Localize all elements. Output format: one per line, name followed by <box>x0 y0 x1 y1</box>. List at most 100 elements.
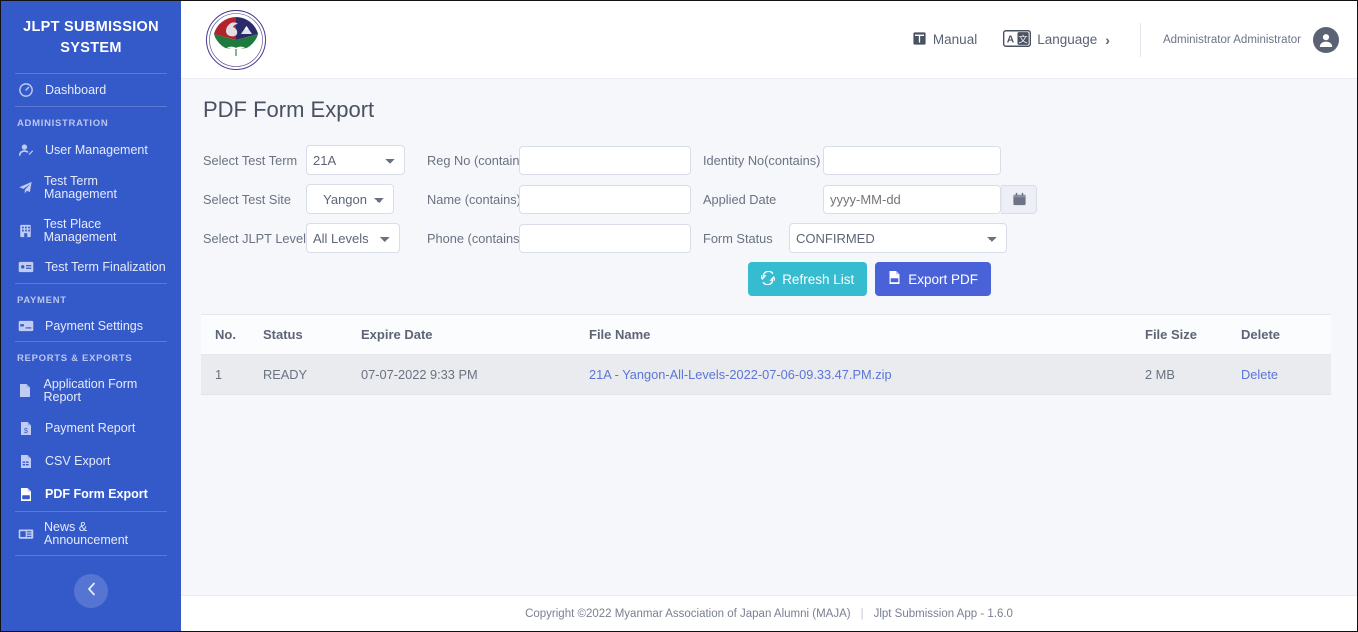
filter-form-status: Form Status CONFIRMED <box>703 223 1007 253</box>
sidebar-item-news-announcement[interactable]: News & Announcement <box>1 512 181 555</box>
sidebar-item-user-management[interactable]: User Management <box>1 134 181 166</box>
sidebar-item-label: Test Term Finalization <box>45 260 166 275</box>
app-root: JLPT SUBMISSION SYSTEM Dashboard ADMINIS… <box>1 1 1357 631</box>
sidebar-item-label: Dashboard <box>45 82 107 97</box>
chevron-left-icon <box>86 582 97 601</box>
applied-date-input[interactable] <box>823 184 1001 214</box>
language-label: Language <box>1037 32 1098 47</box>
main-area: Manual A 文 Language › Administrator Admi… <box>181 1 1357 631</box>
sidebar-item-csv-export[interactable]: CSV Export <box>1 445 181 478</box>
name-label: Name (contains) <box>427 191 521 207</box>
column-header-file-size: File Size <box>1145 314 1241 355</box>
test-term-select[interactable]: 21A <box>306 145 405 175</box>
book-icon <box>912 31 927 49</box>
export-pdf-label: Export PDF <box>908 271 978 287</box>
column-header-status: Status <box>263 314 361 355</box>
header-separator <box>1139 22 1141 57</box>
page-title: PDF Form Export <box>203 97 375 122</box>
footer-separator: | <box>860 607 864 620</box>
test-site-label: Select Test Site <box>203 191 291 207</box>
filter-applied-date: Applied Date <box>703 184 1037 214</box>
sidebar-item-label: Payment Settings <box>45 318 143 333</box>
form-status-label: Form Status <box>703 230 773 246</box>
sidebar-item-application-form-report[interactable]: Application Form Report <box>1 369 181 412</box>
filter-identity-no: Identity No(contains) <box>703 145 1001 175</box>
language-selector[interactable]: A 文 Language › <box>1003 29 1110 50</box>
paper-plane-icon <box>17 181 34 195</box>
identity-no-input[interactable] <box>823 145 1001 175</box>
name-input[interactable] <box>519 184 691 214</box>
sidebar-item-label: Test Place Management <box>43 217 117 244</box>
sidebar-item-pdf-form-export[interactable]: PDF Form Export <box>1 478 181 511</box>
sidebar-item-label: Payment Report <box>45 421 136 436</box>
sidebar-collapse-button[interactable] <box>74 574 108 609</box>
sidebar-item-dashboard[interactable]: Dashboard <box>1 74 181 106</box>
user-circle-icon <box>1319 33 1333 47</box>
form-status-select[interactable]: CONFIRMED <box>789 223 1007 253</box>
sidebar-item-label: CSV Export <box>45 454 111 469</box>
cell-file-name: 21A - Yangon-All-Levels-2022-07-06-09.33… <box>589 354 1145 395</box>
calendar-icon <box>1012 192 1026 205</box>
content-area: PDF Form Export Select Test Term 21A Reg… <box>181 79 1357 595</box>
chevron-right-icon: › <box>1105 31 1110 48</box>
cell-expire-date: 07-07-2022 9:33 PM <box>361 354 589 395</box>
sidebar: JLPT SUBMISSION SYSTEM Dashboard ADMINIS… <box>1 1 181 631</box>
svg-text:A: A <box>1007 34 1015 45</box>
export-pdf-button[interactable]: Export PDF <box>875 262 991 296</box>
refresh-icon <box>759 270 777 288</box>
file-pdf-icon <box>888 270 901 288</box>
date-picker-button[interactable] <box>1001 184 1037 214</box>
action-buttons: Refresh List Export PDF <box>203 262 991 296</box>
sidebar-item-payment-settings[interactable]: Payment Settings <box>1 311 181 342</box>
credit-card-icon <box>17 320 35 332</box>
file-csv-icon <box>17 454 35 469</box>
cell-file-size: 2 MB <box>1145 354 1241 395</box>
building-icon <box>17 224 34 238</box>
cell-no: 1 <box>201 354 263 395</box>
file-download-link[interactable]: 21A - Yangon-All-Levels-2022-07-06-09.33… <box>589 367 892 382</box>
sidebar-item-payment-report[interactable]: $ Payment Report <box>1 412 181 445</box>
dashboard-icon <box>17 83 35 97</box>
column-header-file-name: File Name <box>589 314 1145 355</box>
brand-title: JLPT SUBMISSION SYSTEM <box>23 19 159 57</box>
filter-name: Name (contains) <box>427 184 691 214</box>
manual-link[interactable]: Manual <box>912 31 977 49</box>
filter-row-1: Select Test Term 21A Reg No (contains) I… <box>203 145 1343 175</box>
filter-phone: Phone (contains) <box>427 223 691 253</box>
filter-form: Select Test Term 21A Reg No (contains) I… <box>201 145 1343 296</box>
avatar[interactable] <box>1313 26 1339 53</box>
reg-no-label: Reg No (contains) <box>427 152 531 168</box>
sidebar-item-test-place-management[interactable]: Test Place Management <box>1 209 181 252</box>
export-files-table: No. Status Expire Date File Name File Si… <box>201 314 1331 395</box>
phone-label: Phone (contains) <box>427 230 524 246</box>
filter-row-2: Select Test Site Yangon Name (contains) … <box>203 184 1343 214</box>
sidebar-section-administration: ADMINISTRATION <box>17 118 109 130</box>
top-header: Manual A 文 Language › Administrator Admi… <box>181 1 1357 79</box>
identity-no-label: Identity No(contains) <box>703 152 821 168</box>
jlpt-level-label: Select JLPT Level <box>203 230 306 246</box>
id-card-icon <box>17 261 35 273</box>
cell-status: READY <box>263 354 361 395</box>
delete-link[interactable]: Delete <box>1241 367 1278 382</box>
sidebar-item-label: News & Announcement <box>44 520 129 547</box>
applied-date-label: Applied Date <box>703 191 777 207</box>
sidebar-item-label: PDF Form Export <box>45 487 148 502</box>
sidebar-section-payment: PAYMENT <box>17 294 67 306</box>
current-user-name: Administrator Administrator <box>1162 33 1301 46</box>
manual-label: Manual <box>932 32 978 47</box>
filter-row-3: Select JLPT Level All Levels Phone (cont… <box>203 223 1343 253</box>
sidebar-item-test-term-finalization[interactable]: Test Term Finalization <box>1 252 181 283</box>
footer-app-version: Jlpt Submission App - 1.6.0 <box>873 607 1013 620</box>
filter-jlpt-level: Select JLPT Level All Levels <box>203 223 400 253</box>
filter-test-site: Select Test Site Yangon <box>203 184 394 214</box>
test-term-label: Select Test Term <box>203 152 298 168</box>
filter-reg-no: Reg No (contains) <box>427 145 691 175</box>
reg-no-input[interactable] <box>519 145 691 175</box>
sidebar-collapse-wrap <box>1 574 181 609</box>
test-site-select[interactable]: Yangon <box>306 184 394 214</box>
phone-input[interactable] <box>519 223 691 253</box>
refresh-list-button[interactable]: Refresh List <box>748 262 868 296</box>
jlpt-level-select[interactable]: All Levels <box>306 223 400 253</box>
column-header-no: No. <box>201 314 263 355</box>
sidebar-item-test-term-management[interactable]: Test Term Management <box>1 166 181 209</box>
